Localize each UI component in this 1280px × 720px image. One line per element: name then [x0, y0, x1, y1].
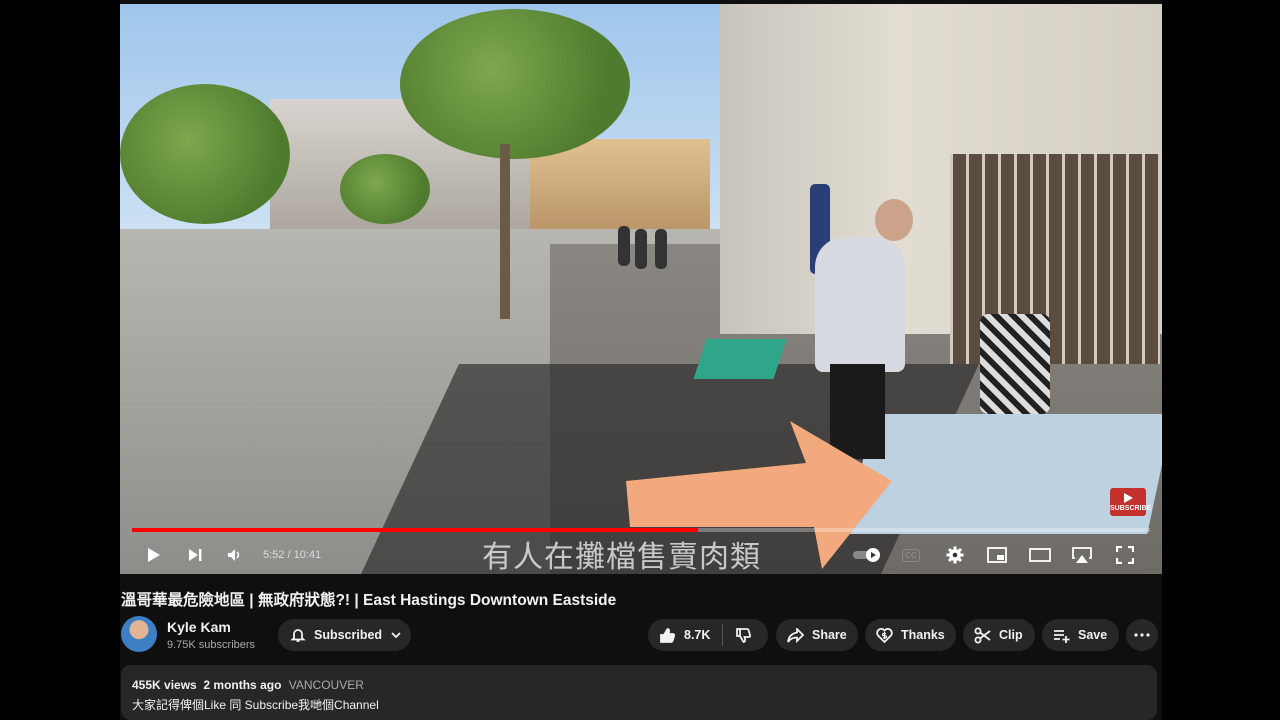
add-to-playlist-icon [1054, 629, 1070, 643]
location-tag[interactable]: VANCOUVER [289, 678, 364, 692]
time-separator: / [284, 549, 294, 561]
thanks-button[interactable]: Thanks [865, 619, 956, 651]
view-count: 455K views [132, 678, 197, 692]
next-icon [189, 549, 202, 561]
save-button[interactable]: Save [1042, 619, 1119, 651]
miniplayer-icon [987, 547, 1007, 563]
player-controls: 5:52 / 10:41 CC [120, 536, 1162, 574]
theater-icon [1029, 548, 1051, 562]
thanks-heart-dollar-icon [876, 628, 893, 643]
scissors-icon [974, 627, 991, 643]
progress-bar[interactable] [132, 528, 1150, 532]
subscribe-watermark[interactable]: SUBSCRIBE [1110, 488, 1151, 516]
miniplayer-button[interactable] [984, 536, 1010, 574]
next-button[interactable] [182, 536, 208, 574]
bell-icon [290, 629, 306, 642]
subscribe-button[interactable]: Subscribed [278, 619, 411, 651]
fullscreen-button[interactable] [1112, 536, 1138, 574]
video-player[interactable]: SUBSCRIBE 有人在攤檔售賣肉類 5:52 / 10:41 CC [120, 4, 1162, 574]
subscriber-count: 9.75K subscribers [167, 639, 256, 651]
scene-tree [340, 154, 430, 224]
volume-button[interactable] [222, 536, 246, 574]
scene-tree [120, 84, 290, 224]
like-count[interactable]: 8.7K [684, 628, 710, 642]
channel-name[interactable]: Kyle Kam [167, 619, 231, 635]
scene-tree-trunk [500, 144, 510, 319]
watch-page: SUBSCRIBE 有人在攤檔售賣肉類 5:52 / 10:41 CC 溫哥華最… [120, 0, 1162, 720]
scene-tree [400, 9, 630, 159]
gear-icon [946, 546, 964, 564]
cast-button[interactable] [1068, 536, 1096, 574]
thanks-label: Thanks [901, 628, 945, 642]
clip-button[interactable]: Clip [963, 619, 1035, 651]
description-meta: 455K views 2 months ago VANCOUVER [132, 678, 364, 692]
save-label: Save [1078, 628, 1108, 642]
volume-icon [228, 549, 240, 561]
captions-button[interactable]: CC [898, 536, 924, 574]
chevron-down-icon [391, 632, 401, 639]
more-horizontal-icon [1134, 633, 1150, 637]
share-button[interactable]: Share [776, 619, 858, 651]
like-divider [722, 624, 724, 646]
autoplay-toggle[interactable] [850, 536, 884, 574]
autoplay-toggle-icon [853, 548, 880, 562]
fullscreen-icon [1116, 546, 1134, 564]
scene-pedestrian [618, 226, 630, 266]
settings-button[interactable] [942, 536, 968, 574]
scene-cart [980, 314, 1050, 414]
like-dislike-group: 8.7K [648, 619, 768, 651]
channel-avatar[interactable] [121, 616, 157, 652]
scene-pedestrian [635, 229, 647, 269]
description-box[interactable]: 455K views 2 months ago VANCOUVER 大家記得俾個… [121, 665, 1157, 720]
cc-icon: CC [902, 548, 920, 562]
thumbs-up-icon[interactable] [659, 627, 676, 644]
time-display: 5:52 / 10:41 [263, 549, 321, 561]
theater-mode-button[interactable] [1026, 536, 1054, 574]
duration: 10:41 [293, 549, 322, 561]
clip-label: Clip [999, 628, 1023, 642]
video-title: 溫哥華最危險地區 | 無政府狀態?! | East Hastings Downt… [121, 592, 617, 609]
play-button[interactable] [140, 536, 166, 574]
progress-fill [132, 528, 698, 532]
subscribe-label: Subscribed [314, 628, 383, 642]
share-label: Share [812, 628, 847, 642]
thumbs-down-icon[interactable] [735, 627, 752, 644]
scene-green-blanket [693, 339, 787, 379]
scene-pedestrian [655, 229, 667, 269]
share-icon [787, 627, 804, 643]
current-time: 5:52 [263, 549, 285, 561]
upload-age: 2 months ago [203, 678, 282, 692]
play-icon [148, 548, 160, 562]
more-actions-button[interactable] [1126, 619, 1158, 651]
description-text: 大家記得俾個Like 同 Subscribe我哋個Channel [132, 698, 379, 712]
airplay-icon [1072, 547, 1092, 563]
